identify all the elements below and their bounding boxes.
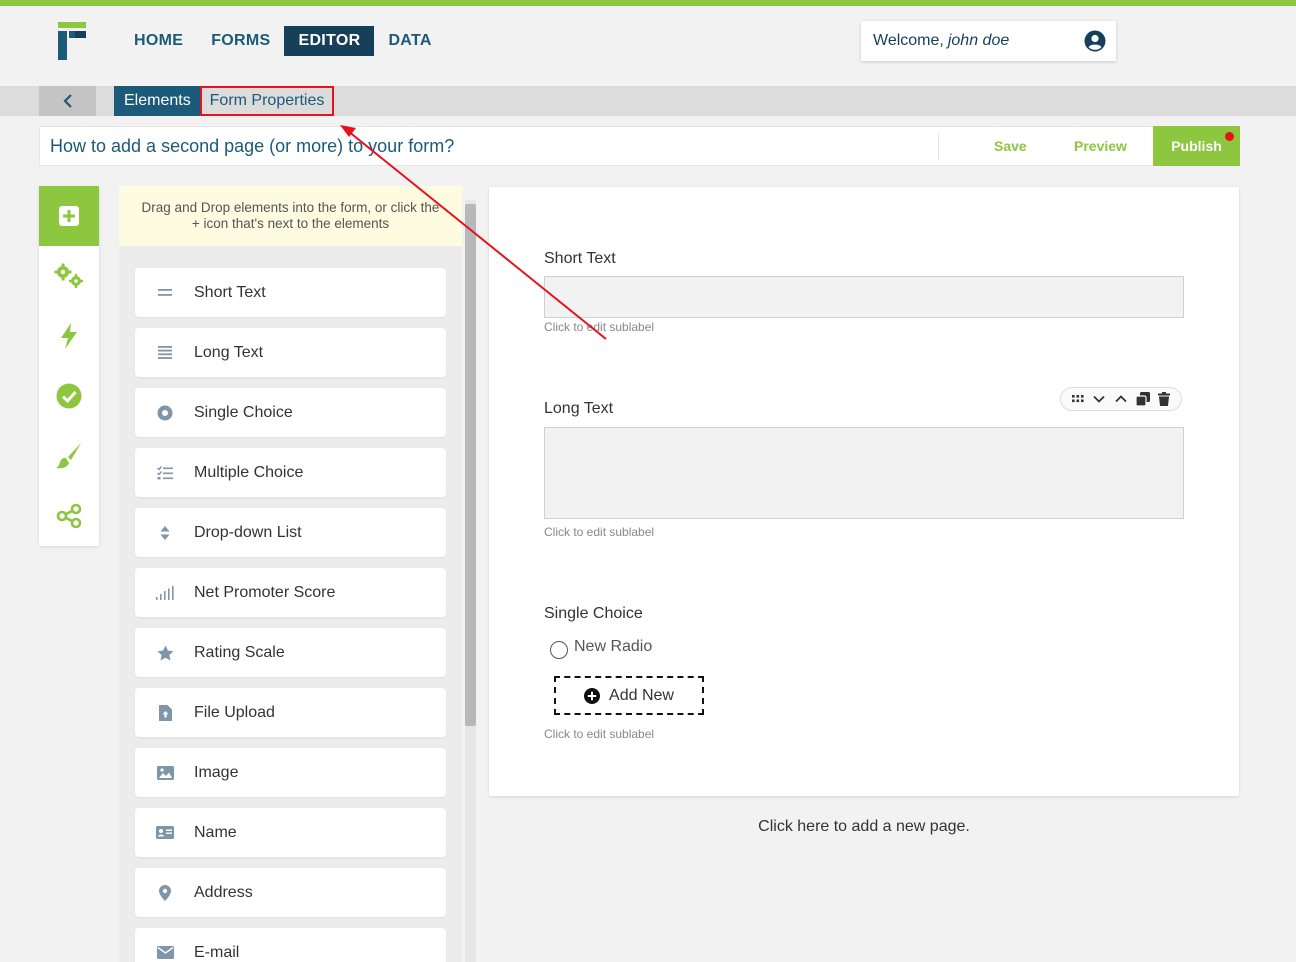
element-multiple-choice[interactable]: Multiple Choice: [135, 448, 446, 497]
main-nav: HOME FORMS EDITOR DATA: [120, 26, 446, 56]
form-title[interactable]: How to add a second page (or more) to yo…: [50, 127, 454, 165]
nav-data[interactable]: DATA: [374, 26, 445, 56]
radio-option-button[interactable]: [550, 641, 568, 659]
tab-form-properties[interactable]: Form Properties: [200, 86, 334, 116]
add-element-icon: [59, 206, 79, 226]
id-card-icon: [156, 824, 174, 842]
element-long-text[interactable]: Long Text: [135, 328, 446, 377]
save-button[interactable]: Save: [994, 127, 1027, 165]
element-rating-scale[interactable]: Rating Scale: [135, 628, 446, 677]
element-label: Drop-down List: [194, 523, 302, 541]
checklist-icon: [156, 464, 174, 482]
radio-icon: [156, 404, 174, 422]
short-text-question-label[interactable]: Short Text: [544, 250, 616, 268]
share-icon: [56, 504, 82, 528]
plus-circle-icon: [584, 687, 601, 704]
short-text-icon: [156, 284, 174, 302]
add-new-label: Add New: [609, 686, 674, 704]
form-canvas: Short Text Click to edit sublabel Long T…: [489, 187, 1239, 796]
check-circle-icon: [56, 383, 82, 409]
nav-editor[interactable]: EDITOR: [284, 26, 375, 56]
single-choice-sublabel[interactable]: Click to edit sublabel: [544, 727, 654, 741]
signal-bars-icon: [156, 584, 174, 602]
form-title-bar: How to add a second page (or more) to yo…: [39, 126, 1240, 166]
sidebar-item-validation[interactable]: [39, 366, 99, 426]
short-text-input[interactable]: [544, 276, 1184, 318]
element-net-promoter-score[interactable]: Net Promoter Score: [135, 568, 446, 617]
element-address[interactable]: Address: [135, 868, 446, 917]
notification-dot: [1225, 132, 1234, 141]
element-label: Short Text: [194, 283, 266, 301]
long-text-icon: [156, 344, 174, 362]
element-label: Name: [194, 823, 237, 841]
tool-sidebar: [39, 186, 99, 546]
sidebar-item-share[interactable]: [39, 486, 99, 546]
map-pin-icon: [156, 884, 174, 902]
envelope-icon: [156, 944, 174, 962]
element-single-choice[interactable]: Single Choice: [135, 388, 446, 437]
sidebar-item-add-elements[interactable]: [39, 186, 99, 246]
long-text-question-label[interactable]: Long Text: [544, 400, 613, 418]
element-label: Image: [194, 763, 239, 781]
publish-label: Publish: [1171, 138, 1222, 154]
divider: [938, 133, 939, 161]
editor-subbar: Elements Form Properties: [0, 86, 1296, 116]
add-new-option-button[interactable]: Add New: [554, 676, 704, 715]
file-upload-icon: [156, 704, 174, 722]
radio-option-label[interactable]: New Radio: [574, 638, 652, 656]
preview-button[interactable]: Preview: [1074, 127, 1127, 165]
element-label: Single Choice: [194, 403, 293, 421]
element-label: Address: [194, 883, 253, 901]
chevron-up-icon[interactable]: [1113, 391, 1129, 407]
element-email[interactable]: E-mail: [135, 928, 446, 962]
sidebar-item-design[interactable]: [39, 426, 99, 486]
element-label: Multiple Choice: [194, 463, 304, 481]
element-dropdown-list[interactable]: Drop-down List: [135, 508, 446, 557]
user-account-icon[interactable]: [1084, 30, 1106, 52]
long-text-sublabel[interactable]: Click to edit sublabel: [544, 525, 654, 539]
welcome-box[interactable]: Welcome, john doe: [861, 21, 1116, 61]
long-text-textarea[interactable]: [544, 427, 1184, 519]
app-logo: [58, 22, 86, 60]
element-short-text[interactable]: Short Text: [135, 268, 446, 317]
element-file-upload[interactable]: File Upload: [135, 688, 446, 737]
element-image[interactable]: Image: [135, 748, 446, 797]
elements-panel: Drag and Drop elements into the form, or…: [119, 186, 462, 962]
sidebar-item-settings[interactable]: [39, 246, 99, 306]
publish-button[interactable]: Publish: [1153, 126, 1240, 166]
element-name[interactable]: Name: [135, 808, 446, 857]
lightning-icon: [61, 323, 77, 349]
element-label: E-mail: [194, 943, 240, 961]
star-icon: [156, 644, 174, 662]
panel-hint: Drag and Drop elements into the form, or…: [119, 186, 462, 246]
welcome-username: john doe: [947, 32, 1010, 49]
welcome-text: Welcome,: [873, 32, 944, 49]
nav-forms[interactable]: FORMS: [197, 26, 284, 56]
element-label: Long Text: [194, 343, 264, 361]
dropdown-icon: [156, 524, 174, 542]
element-label: Net Promoter Score: [194, 583, 336, 601]
single-choice-question-label[interactable]: Single Choice: [544, 605, 643, 623]
add-new-page-link[interactable]: Click here to add a new page.: [489, 818, 1239, 836]
sidebar-item-automation[interactable]: [39, 306, 99, 366]
field-toolbar: [1060, 387, 1182, 411]
drag-grid-icon[interactable]: [1070, 391, 1086, 407]
duplicate-icon[interactable]: [1135, 391, 1151, 407]
nav-home[interactable]: HOME: [120, 26, 197, 56]
panel-scrollbar-thumb[interactable]: [465, 204, 476, 726]
app-header: HOME FORMS EDITOR DATA Welcome, john doe: [0, 6, 1296, 86]
chevron-down-icon[interactable]: [1091, 391, 1107, 407]
short-text-sublabel[interactable]: Click to edit sublabel: [544, 320, 654, 334]
tab-elements[interactable]: Elements: [114, 86, 201, 116]
settings-gears-icon: [54, 263, 83, 288]
paintbrush-icon: [56, 443, 81, 469]
element-label: Rating Scale: [194, 643, 285, 661]
trash-icon[interactable]: [1156, 391, 1172, 407]
back-button[interactable]: [39, 86, 96, 116]
chevron-left-icon: [62, 94, 72, 108]
image-icon: [156, 764, 174, 782]
element-label: File Upload: [194, 703, 275, 721]
